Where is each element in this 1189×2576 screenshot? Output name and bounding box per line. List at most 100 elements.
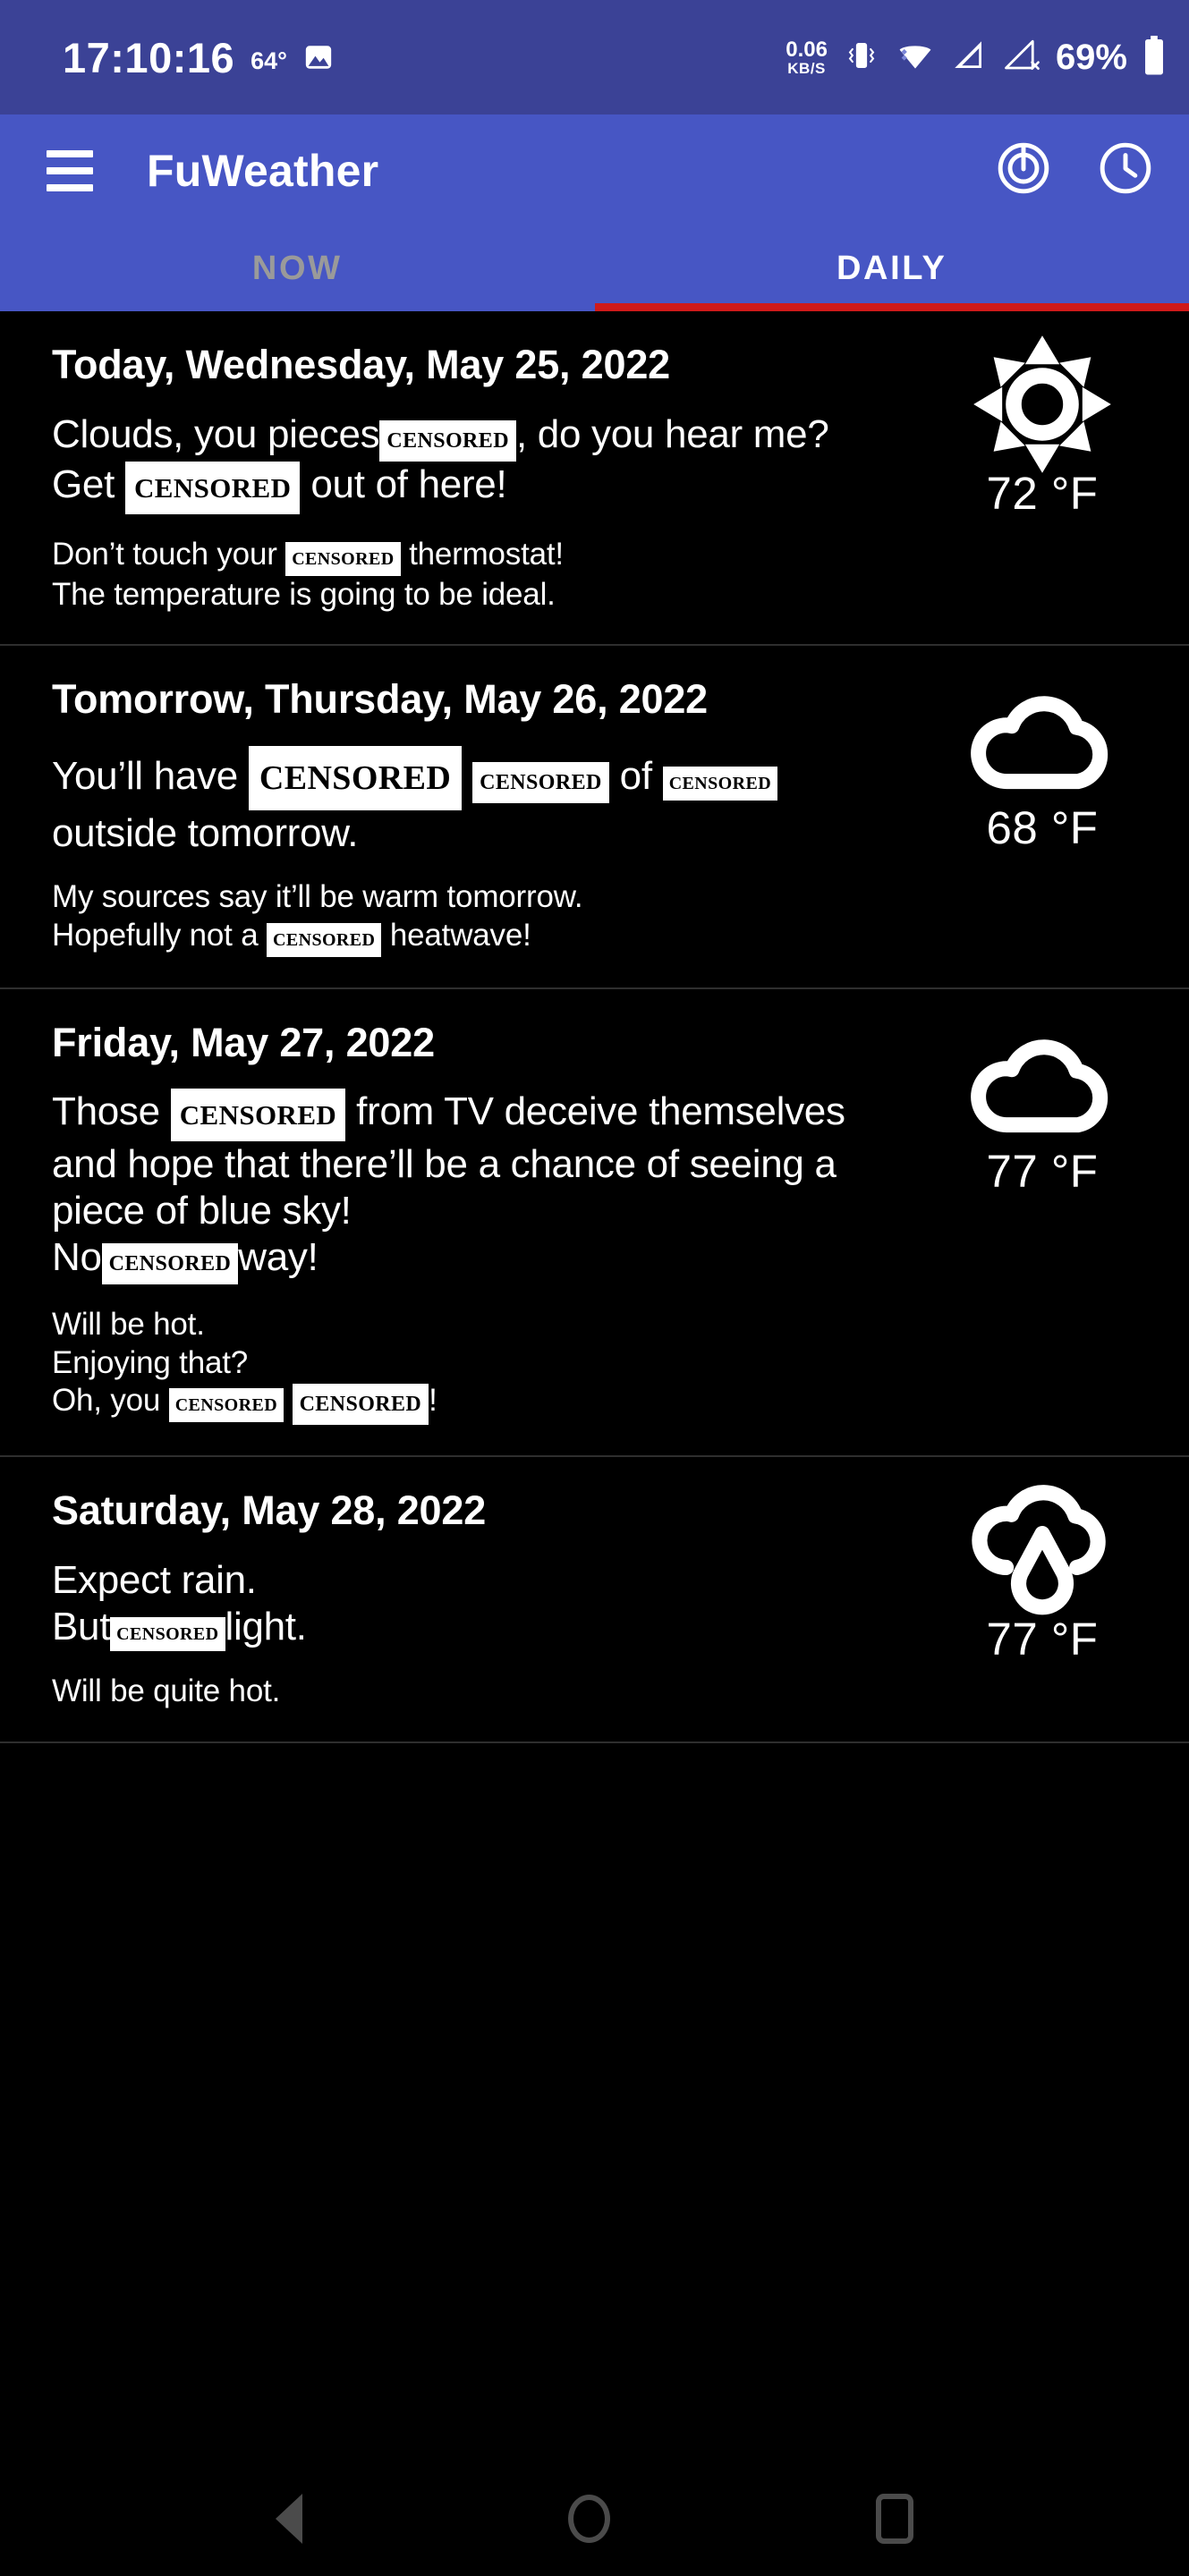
- detail-text: heatwave!: [389, 917, 531, 953]
- summary-text: Get: [52, 462, 115, 506]
- data-rate-indicator: 0.06 KB/S: [786, 37, 828, 77]
- summary-text: Expect rain.: [52, 1558, 257, 1603]
- forecast-temperature: 72 °F: [986, 468, 1099, 519]
- forecast-card-side: 72 °F: [922, 335, 1162, 614]
- home-circle-icon[interactable]: [567, 2495, 610, 2543]
- detail-text: Oh, you: [52, 1383, 161, 1419]
- summary-text: But: [52, 1604, 111, 1648]
- forecast-temperature: 68 °F: [986, 802, 1099, 854]
- detail-text: The temperature is going to be ideal.: [52, 576, 556, 612]
- forecast-temperature: 77 °F: [986, 1145, 1099, 1197]
- android-navigation-bar: [0, 2462, 1189, 2576]
- censored-chip: CENSORED: [101, 1243, 239, 1285]
- tab-now[interactable]: NOW: [0, 226, 595, 311]
- recent-apps-square-icon[interactable]: [875, 2494, 913, 2544]
- hamburger-bar: [47, 183, 93, 191]
- censored-chip: CENSORED: [267, 922, 382, 957]
- hamburger-bar: [47, 166, 93, 174]
- censored-chip: CENSORED: [248, 745, 463, 810]
- forecast-detail: Don’t touch your CENSORED thermostat! Th…: [52, 536, 913, 614]
- status-bar: 17:10:16 64° 0.06 KB/S 69%: [0, 0, 1189, 114]
- status-icons: 0.06 KB/S 69%: [786, 35, 1166, 80]
- app-title: FuWeather: [147, 145, 379, 196]
- censored-chip: CENSORED: [110, 1616, 225, 1651]
- summary-text: No: [52, 1235, 102, 1280]
- rain-icon: [965, 1485, 1119, 1615]
- summary-text: Clouds, you pieces: [52, 411, 380, 456]
- forecast-summary: Those CENSORED from TV deceive themselve…: [52, 1089, 913, 1285]
- detail-text: Don’t touch your: [52, 536, 277, 572]
- censored-chip: CENSORED: [292, 1384, 429, 1426]
- detail-text: Will be hot.: [52, 1307, 205, 1343]
- tab-daily[interactable]: DAILY: [594, 226, 1189, 311]
- phone-screen: 17:10:16 64° 0.06 KB/S 69% FuWeather NOW…: [0, 0, 1189, 2576]
- censored-chip: CENSORED: [168, 1388, 285, 1423]
- back-triangle-icon[interactable]: [276, 2494, 303, 2544]
- forecast-card[interactable]: Saturday, May 28, 2022 Expect rain. But C…: [0, 1457, 1189, 1743]
- cellular-signal-icon: [950, 37, 988, 79]
- forecast-card-side: 77 °F: [922, 1020, 1162, 1426]
- app-bar-actions: [996, 140, 1153, 200]
- vibrate-icon: [843, 37, 880, 79]
- summary-text: light.: [225, 1604, 307, 1648]
- wifi-icon: [896, 36, 935, 80]
- censored-chip: CENSORED: [472, 761, 609, 803]
- forecast-date: Friday, May 27, 2022: [52, 1019, 435, 1065]
- data-rate-unit: KB/S: [787, 59, 826, 77]
- detail-text: Will be quite hot.: [52, 1673, 281, 1708]
- forecast-detail: My sources say it’ll be warm tomorrow. H…: [52, 878, 913, 957]
- censored-chip: CENSORED: [379, 419, 516, 462]
- censored-chip: CENSORED: [170, 1089, 346, 1142]
- forecast-card-body: Saturday, May 28, 2022 Expect rain. But C…: [52, 1487, 922, 1710]
- forecast-card-body: Tomorrow, Thursday, May 26, 2022 You’ll …: [52, 676, 922, 957]
- battery-percent: 69%: [1055, 37, 1127, 77]
- forecast-date: Tomorrow, Thursday, May 26, 2022: [52, 676, 709, 723]
- censored-chip: CENSORED: [662, 766, 778, 801]
- forecast-detail: Will be quite hot.: [52, 1673, 913, 1711]
- hamburger-menu-icon[interactable]: [47, 149, 93, 191]
- forecast-card-side: 77 °F: [922, 1485, 1162, 1710]
- cloud-icon: [966, 676, 1118, 801]
- forecast-detail: Will be hot. Enjoying that? Oh, you CENS…: [52, 1306, 913, 1426]
- forecast-summary: Clouds, you pieces CENSORED, do you hear …: [52, 411, 913, 514]
- forecast-date: Saturday, May 28, 2022: [52, 1487, 487, 1534]
- forecast-card[interactable]: Friday, May 27, 2022 Those CENSORED from…: [0, 989, 1189, 1458]
- summary-text: , do you hear me?: [515, 411, 829, 456]
- forecast-card[interactable]: Tomorrow, Thursday, May 26, 2022 You’ll …: [0, 646, 1189, 989]
- cellular-signal-off-icon: [1003, 37, 1040, 79]
- detail-text: !: [429, 1383, 437, 1419]
- detail-text: My sources say it’ll be warm tomorrow.: [52, 878, 583, 914]
- power-refresh-icon[interactable]: [996, 140, 1051, 200]
- forecast-card[interactable]: Today, Wednesday, May 25, 2022 Clouds, y…: [0, 311, 1189, 647]
- tab-bar: NOW DAILY: [0, 226, 1189, 311]
- summary-text: Those: [52, 1089, 160, 1134]
- forecast-summary: Expect rain. But CENSORED light.: [52, 1557, 913, 1651]
- summary-text: You’ll have: [52, 753, 238, 798]
- forecast-card-side: 68 °F: [922, 676, 1162, 956]
- censored-chip: CENSORED: [285, 541, 401, 576]
- summary-text: out of here!: [310, 462, 507, 506]
- status-temperature: 64°: [251, 47, 287, 74]
- summary-text: of: [619, 753, 652, 798]
- detail-text: Enjoying that?: [52, 1344, 249, 1380]
- data-rate-value: 0.06: [786, 37, 828, 62]
- summary-text: way!: [238, 1235, 318, 1280]
- hamburger-bar: [47, 149, 93, 157]
- detail-text: thermostat!: [409, 536, 564, 572]
- summary-text: outside tomorrow.: [52, 810, 359, 855]
- censored-chip: CENSORED: [124, 461, 301, 514]
- cloud-icon: [966, 1020, 1118, 1145]
- clock-icon[interactable]: [1098, 140, 1153, 200]
- status-clock: 17:10:16: [63, 33, 235, 81]
- forecast-date: Today, Wednesday, May 25, 2022: [52, 342, 670, 387]
- detail-text: Hopefully not a: [52, 917, 259, 953]
- forecast-summary: You’ll have CENSORED CENSORED of CENSORE…: [52, 745, 913, 857]
- image-icon: [303, 42, 334, 72]
- app-bar: FuWeather: [0, 114, 1189, 226]
- daily-forecast-list: Today, Wednesday, May 25, 2022 Clouds, y…: [0, 311, 1189, 1743]
- forecast-card-body: Today, Wednesday, May 25, 2022 Clouds, y…: [52, 342, 922, 614]
- forecast-card-body: Friday, May 27, 2022 Those CENSORED from…: [52, 1020, 922, 1426]
- sun-icon: [971, 335, 1114, 473]
- forecast-temperature: 77 °F: [986, 1614, 1099, 1665]
- battery-icon: [1142, 35, 1166, 80]
